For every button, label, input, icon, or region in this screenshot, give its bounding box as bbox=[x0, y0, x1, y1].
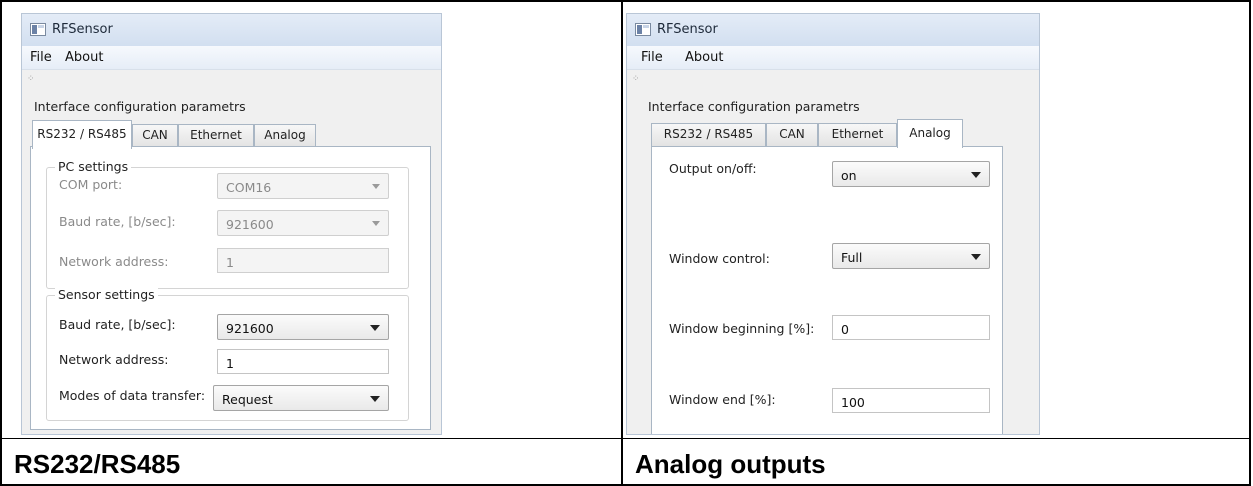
chevron-down-icon bbox=[372, 184, 380, 189]
window-title: RFSensor bbox=[52, 22, 113, 37]
output-onoff-select[interactable]: on bbox=[832, 161, 990, 187]
chevron-down-icon bbox=[370, 325, 380, 331]
window-beginning-value: 0 bbox=[841, 322, 849, 337]
pc-address-field[interactable]: 1 bbox=[217, 248, 389, 273]
rfsensor-app-icon bbox=[30, 23, 46, 36]
output-onoff-value: on bbox=[841, 168, 857, 183]
tab-panel-analog: Output on/off: on Window control: Full W… bbox=[651, 146, 1003, 434]
tab-analog[interactable]: Analog bbox=[254, 124, 316, 148]
chevron-down-icon bbox=[971, 254, 981, 260]
transfer-mode-select[interactable]: Request bbox=[213, 385, 389, 411]
transfer-mode-label: Modes of data transfer: bbox=[59, 388, 206, 403]
sensor-address-field[interactable]: 1 bbox=[217, 349, 389, 374]
caption-left: RS232/RS485 bbox=[14, 449, 181, 479]
menu-file[interactable]: File bbox=[641, 50, 663, 65]
toolbar-grip: ⁘ bbox=[632, 74, 640, 84]
tab-can[interactable]: CAN bbox=[766, 123, 818, 147]
chevron-down-icon bbox=[971, 172, 981, 178]
window-end-field[interactable]: 100 bbox=[832, 388, 990, 413]
com-port-label: COM port: bbox=[59, 177, 123, 192]
title-bar[interactable]: RFSensor bbox=[627, 14, 1039, 46]
sensor-address-value: 1 bbox=[226, 356, 234, 371]
menu-about[interactable]: About bbox=[685, 50, 723, 65]
output-onoff-label: Output on/off: bbox=[669, 161, 757, 176]
window-control-value: Full bbox=[841, 250, 863, 265]
pc-settings-group: PC settings COM port: COM16 Baud rate, [… bbox=[46, 159, 409, 289]
tab-analog[interactable]: Analog bbox=[897, 119, 963, 148]
pc-address-value: 1 bbox=[226, 255, 234, 270]
pc-baud-select[interactable]: 921600 bbox=[217, 210, 389, 236]
sensor-baud-value: 921600 bbox=[226, 321, 274, 336]
window-control-label: Window control: bbox=[669, 251, 770, 266]
pc-com-port-select[interactable]: COM16 bbox=[217, 173, 389, 199]
sensor-baud-select[interactable]: 921600 bbox=[217, 314, 389, 340]
pc-address-label: Network address: bbox=[59, 254, 169, 269]
toolbar-grip: ⁘ bbox=[27, 74, 35, 84]
transfer-mode-value: Request bbox=[222, 392, 273, 407]
caption-right: Analog outputs bbox=[635, 449, 826, 479]
sensor-address-label: Network address: bbox=[59, 352, 169, 367]
window-title: RFSensor bbox=[657, 22, 718, 37]
tab-can[interactable]: CAN bbox=[132, 124, 178, 148]
pc-com-port-value: COM16 bbox=[226, 180, 272, 195]
tab-rs232-rs485[interactable]: RS232 / RS485 bbox=[32, 120, 132, 149]
caption-cell-right: Analog outputs bbox=[621, 438, 1251, 486]
menu-about[interactable]: About bbox=[65, 50, 103, 65]
menu-file[interactable]: File bbox=[30, 50, 52, 65]
rfsensor-window-analog: RFSensor File About ⁘ Interface configur… bbox=[626, 13, 1040, 435]
tab-rs232-rs485[interactable]: RS232 / RS485 bbox=[651, 123, 766, 147]
pc-baud-value: 921600 bbox=[226, 217, 274, 232]
sensor-baud-label: Baud rate, [b/sec]: bbox=[59, 317, 176, 332]
window-control-select[interactable]: Full bbox=[832, 243, 990, 269]
chevron-down-icon bbox=[370, 396, 380, 402]
rfsensor-app-icon bbox=[635, 23, 651, 36]
pc-settings-title: PC settings bbox=[55, 159, 132, 174]
tab-ethernet[interactable]: Ethernet bbox=[818, 123, 897, 147]
window-end-label: Window end [%]: bbox=[669, 392, 776, 407]
tab-panel-rs232: PC settings COM port: COM16 Baud rate, [… bbox=[30, 146, 431, 430]
tab-ethernet[interactable]: Ethernet bbox=[178, 124, 254, 148]
sensor-settings-title: Sensor settings bbox=[55, 287, 158, 302]
pc-baud-label: Baud rate, [b/sec]: bbox=[59, 214, 176, 229]
rfsensor-window-rs232: RFSensor File About ⁘ Interface configur… bbox=[21, 13, 442, 435]
title-bar[interactable]: RFSensor bbox=[22, 14, 441, 46]
window-beginning-field[interactable]: 0 bbox=[832, 315, 990, 340]
window-end-value: 100 bbox=[841, 395, 865, 410]
menu-bar: File About bbox=[627, 46, 1039, 70]
caption-cell-left: RS232/RS485 bbox=[0, 438, 623, 486]
panel-caption: Interface configuration parametrs bbox=[34, 99, 246, 114]
window-beginning-label: Window beginning [%]: bbox=[669, 321, 815, 336]
chevron-down-icon bbox=[372, 221, 380, 226]
menu-bar: File About bbox=[22, 46, 441, 70]
panel-caption: Interface configuration parametrs bbox=[648, 99, 860, 114]
sensor-settings-group: Sensor settings Baud rate, [b/sec]: 9216… bbox=[46, 287, 409, 421]
